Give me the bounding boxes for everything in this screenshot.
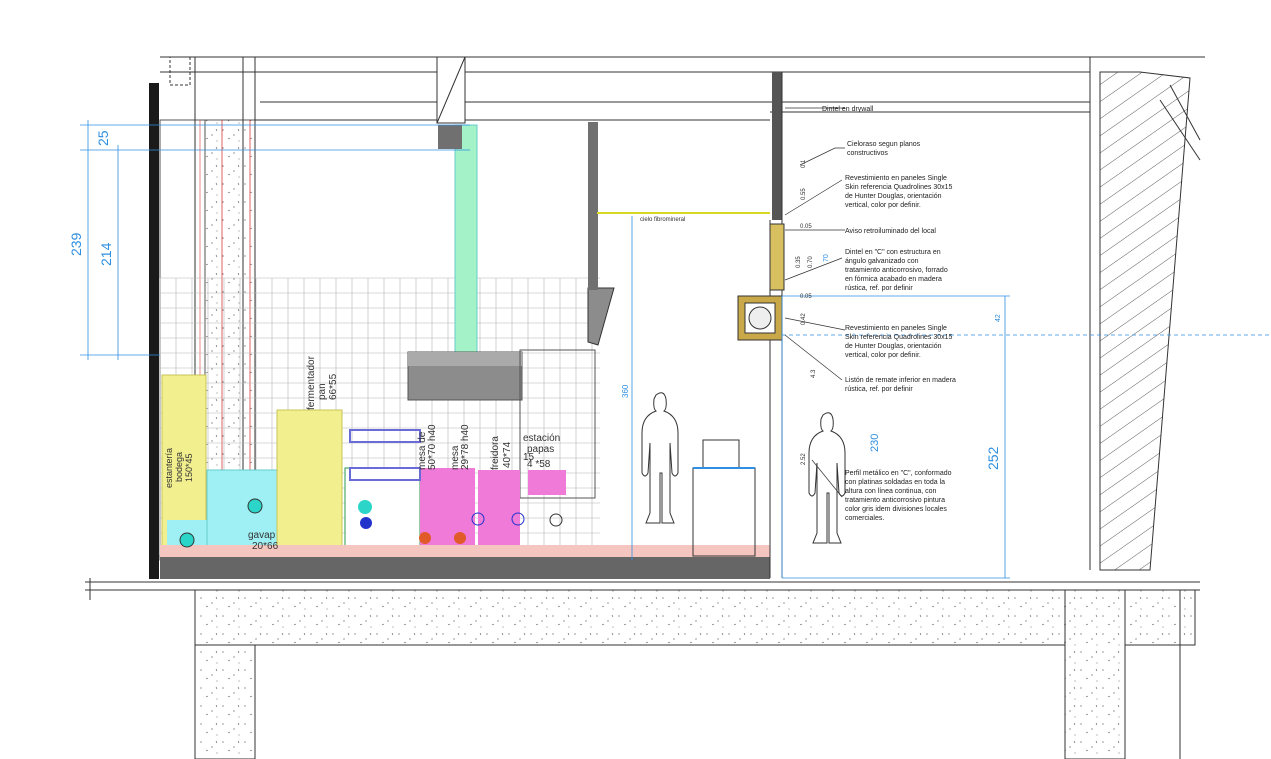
note-rev1-4: vertical, color por definir. <box>845 202 921 209</box>
label-freidora-1: freidora <box>490 436 501 470</box>
note-rev1-3: de Hunter Douglas, orientación <box>845 193 942 200</box>
note-dintelc-1: Dintel en "C" con estructura en <box>845 249 941 256</box>
label-estanteria-3: 150*45 <box>184 453 194 482</box>
label-fermentador-2: pan <box>317 383 328 400</box>
extraction-hood <box>407 122 615 499</box>
label-estacion-1: estación <box>523 433 560 444</box>
dim-43: 4.3 <box>811 369 817 378</box>
note-perfil-3: altura con línea continua, con <box>845 488 937 495</box>
note-dintelc-5: rústica, ref. por definir <box>845 285 913 292</box>
roof-structure <box>160 56 1205 124</box>
note-cieloraso-1: Cieloraso segun planos <box>847 141 921 148</box>
dim-360: 360 <box>621 384 630 398</box>
dim-005a: 0.05 <box>800 224 812 230</box>
note-rev2-3: de Hunter Douglas, orientación <box>845 343 942 350</box>
dim-25: 25 <box>95 130 111 146</box>
note-perfil-4: tratamiento anticorrosivo pintura <box>845 497 945 504</box>
label-freidora-2: 40*74 <box>502 441 513 468</box>
floor-slab <box>85 557 1200 759</box>
note-dintel-drywall: Dintel en drywall <box>822 106 874 113</box>
note-cielo-fibromineral: cielo fibromineral <box>640 217 685 223</box>
dim-252: 252 <box>985 446 1001 470</box>
dim-070: 0.70 <box>808 256 814 268</box>
note-perfil-1: Perfil metálico en "C", conformado <box>845 470 952 477</box>
dim-70: 70 <box>823 254 830 262</box>
section-drawing: 25 239 214 360 252 230 42 0.1 0.55 0.05 … <box>68 56 1271 759</box>
label-gavap-1: gavap <box>248 530 276 541</box>
note-rev2-1: Revestimiento en paneles Single <box>845 325 947 332</box>
note-liston-1: Listón de remate inferior en madera <box>845 377 956 384</box>
dim-01: 0.1 <box>801 159 807 168</box>
dim-42: 42 <box>995 314 1002 322</box>
dim-055: 0.55 <box>801 188 807 200</box>
annotation-notes: Dintel en drywall Cieloraso segun planos… <box>640 106 956 522</box>
dim-005b: 0.05 <box>800 294 812 300</box>
note-perfil-2: con platinas soldadas en toda la <box>845 479 945 486</box>
note-rev1-1: Revestimiento en paneles Single <box>845 175 947 182</box>
note-perfil-6: comerciales. <box>845 515 884 522</box>
note-dintelc-4: en fórmica acabado en madera <box>845 276 942 283</box>
note-dintelc-3: tratamiento anticorrosivo, forrado <box>845 267 948 274</box>
dim-214: 214 <box>98 242 114 266</box>
storefront <box>597 72 785 578</box>
label-estanteria-2: bodega <box>174 452 184 482</box>
note-aviso: Aviso retroiluminado del local <box>845 228 936 235</box>
label-mesa1-2: 50*70 h40 <box>427 424 438 470</box>
duct <box>454 124 478 356</box>
note-liston-2: rústica, ref. por definir <box>845 386 913 393</box>
note-rev1-2: Skin referencia Quadrolines 30x15 <box>845 184 953 191</box>
label-estanteria-1: estantería <box>164 448 174 488</box>
note-perfil-5: color gris idem divisiones locales <box>845 506 947 513</box>
dim-239: 239 <box>68 232 84 256</box>
label-fermentador-3: 66*55 <box>328 373 339 400</box>
note-cieloraso-2: constructivos <box>847 150 888 157</box>
dim-035: 0.35 <box>796 256 802 268</box>
dim-042: 0.42 <box>801 313 807 325</box>
note-rev2-4: vertical, color por definir. <box>845 352 921 359</box>
note-dintelc-2: ángulo galvanizado con <box>845 258 919 265</box>
dim-230: 230 <box>869 434 881 452</box>
label-mesa2-2: 29*78 h40 <box>460 424 471 470</box>
label-gavap-2: 20*66 <box>252 541 279 552</box>
label-estacion-4: 4 *58 <box>527 459 551 470</box>
note-rev2-2: Skin referencia Quadrolines 30x15 <box>845 334 953 341</box>
right-wall <box>1089 57 1201 571</box>
dim-252b: 2.52 <box>801 453 807 465</box>
label-fermentador-1: fermentador <box>306 355 317 410</box>
